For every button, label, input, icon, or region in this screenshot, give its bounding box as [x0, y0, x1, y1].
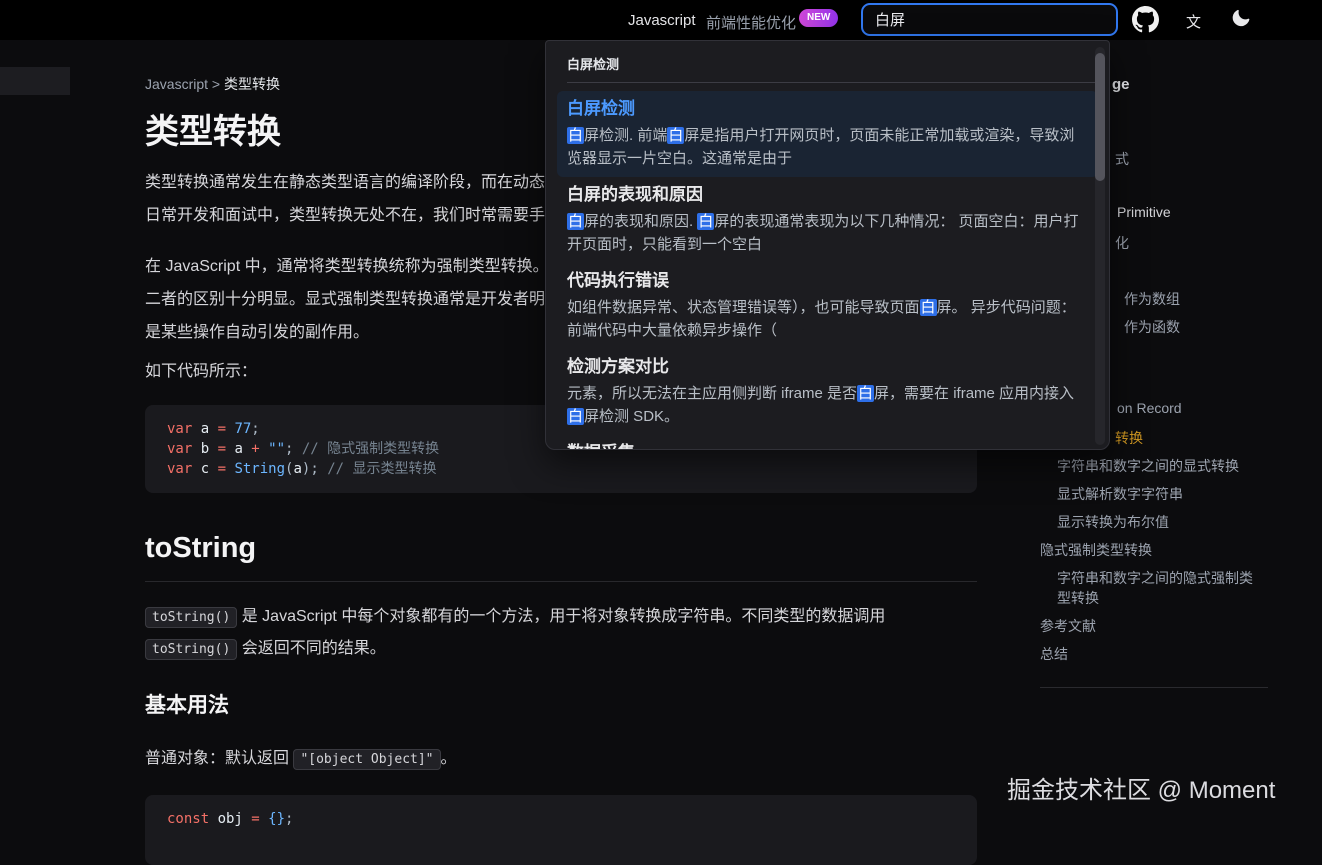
- breadcrumb-page: 类型转换: [224, 76, 280, 92]
- toc-item[interactable]: 化: [1115, 233, 1129, 253]
- watermark: 掘金技术社区 @ Moment: [1007, 770, 1275, 805]
- search-result[interactable]: 检测方案对比元素，所以无法在主应用侧判断 iframe 是否白屏，需要在 ifr…: [557, 349, 1098, 435]
- subsection-heading-basic-usage: 基本用法: [145, 689, 229, 719]
- toc-item[interactable]: 字符串和数字之间的隐式强制类: [1057, 568, 1253, 588]
- toc-item[interactable]: 转换: [1115, 428, 1143, 448]
- search-result[interactable]: 白屏的表现和原因白屏的表现和原因. 白屏的表现通常表现为以下几种情况： 页面空白…: [557, 177, 1098, 263]
- search-result[interactable]: 白屏检测白屏检测. 前端白屏是指用户打开网页时，页面未能正常加载或渲染，导致浏览…: [557, 91, 1098, 177]
- top-navbar: Javascript 前端性能优化 NEW 文: [0, 0, 1322, 40]
- section-heading-tostring: toString: [145, 532, 977, 582]
- toc-item[interactable]: 总结: [1040, 644, 1068, 664]
- search-result-title: 数据采集: [567, 442, 1088, 450]
- inline-code: "[object Object]": [293, 749, 440, 770]
- dropdown-scrollbar-thumb[interactable]: [1095, 53, 1105, 181]
- paragraph-line: 类型转换通常发生在静态类型语言的编译阶段，而在动态: [145, 166, 545, 199]
- code-line: const obj = {};: [167, 809, 955, 829]
- toc-item[interactable]: ge: [1112, 76, 1130, 93]
- nav-link-performance[interactable]: 前端性能优化: [706, 12, 796, 33]
- paragraph-line: 日常开发和面试中，类型转换无处不在，我们时常需要手: [145, 199, 545, 232]
- inline-code: toString(): [145, 639, 237, 660]
- breadcrumb-separator: >: [212, 76, 220, 92]
- search-results: 白屏检测白屏检测. 前端白屏是指用户打开网页时，页面未能正常加载或渲染，导致浏览…: [546, 83, 1109, 450]
- search-result[interactable]: 数据采集: [557, 435, 1098, 450]
- toc-item[interactable]: on Record: [1117, 400, 1182, 416]
- toc-divider: [1040, 687, 1268, 688]
- nav-link-javascript[interactable]: Javascript: [628, 12, 696, 29]
- toc-item[interactable]: 型转换: [1057, 588, 1099, 608]
- sidebar-edge: [0, 67, 70, 95]
- paragraph-line: 二者的区别十分明显。显式强制类型转换通常是开发者明: [145, 283, 549, 316]
- toc-item[interactable]: 显示转换为布尔值: [1057, 512, 1169, 532]
- new-badge: NEW: [799, 9, 838, 27]
- search-result-title: 检测方案对比: [567, 356, 1088, 378]
- code-block-obj: const obj = {};: [145, 795, 977, 865]
- intro-paragraph-1: 类型转换通常发生在静态类型语言的编译阶段，而在动态日常开发和面试中，类型转换无处…: [145, 166, 545, 232]
- toc-item[interactable]: Primitive: [1117, 204, 1171, 220]
- search-result-snippet: 如组件数据异常、状态管理错误等），也可能导致页面白屏。 异步代码问题：前端代码中…: [567, 296, 1088, 342]
- search-result-title: 白屏的表现和原因: [567, 184, 1088, 206]
- search-result-snippet: 元素，所以无法在主应用侧判断 iframe 是否白屏，需要在 iframe 应用…: [567, 382, 1088, 428]
- github-icon[interactable]: [1132, 6, 1159, 33]
- search-input[interactable]: [861, 3, 1118, 36]
- toc-item[interactable]: 显式解析数字字符串: [1057, 484, 1183, 504]
- results-section-header: 白屏检测: [567, 54, 1101, 83]
- toc-item[interactable]: 参考文献: [1040, 616, 1096, 636]
- tostring-paragraph: toString() 是 JavaScript 中每个对象都有的一个方法，用于将…: [145, 601, 977, 665]
- toc-item[interactable]: 式: [1115, 149, 1129, 169]
- paragraph-line: 是某些操作自动引发的副作用。: [145, 316, 549, 349]
- plain-object-paragraph: 普通对象：默认返回 "[object Object]"。: [145, 743, 977, 775]
- breadcrumb: Javascript > 类型转换: [145, 74, 280, 94]
- toc-item[interactable]: 字符串和数字之间的显式转换: [1057, 456, 1239, 476]
- dark-mode-moon-icon[interactable]: [1231, 8, 1251, 28]
- toc-item[interactable]: 隐式强制类型转换: [1040, 540, 1152, 560]
- page-title: 类型转换: [145, 104, 281, 153]
- toc-item[interactable]: 作为数组: [1124, 289, 1180, 309]
- search-result-title: 代码执行错误: [567, 270, 1088, 292]
- code-line: var c = String(a); // 显示类型转换: [167, 459, 955, 479]
- breadcrumb-section[interactable]: Javascript: [145, 76, 208, 92]
- intro-paragraph-2: 在 JavaScript 中，通常将类型转换统称为强制类型转换。二者的区别十分明…: [145, 250, 549, 349]
- dropdown-scrollbar-track[interactable]: [1095, 47, 1105, 445]
- language-icon[interactable]: 文: [1186, 11, 1201, 32]
- paragraph-line: 在 JavaScript 中，通常将类型转换统称为强制类型转换。: [145, 250, 549, 283]
- search-dropdown: 白屏检测 白屏检测白屏检测. 前端白屏是指用户打开网页时，页面未能正常加载或渲染…: [545, 40, 1110, 450]
- toc-item[interactable]: 作为函数: [1124, 317, 1180, 337]
- search-result-snippet: 白屏的表现和原因. 白屏的表现通常表现为以下几种情况： 页面空白：用户打开页面时…: [567, 210, 1088, 256]
- inline-code: toString(): [145, 607, 237, 628]
- search-result[interactable]: 代码执行错误如组件数据异常、状态管理错误等），也可能导致页面白屏。 异步代码问题…: [557, 263, 1098, 349]
- code-lead-in: 如下代码所示：: [145, 357, 257, 381]
- search-result-snippet: 白屏检测. 前端白屏是指用户打开网页时，页面未能正常加载或渲染，导致浏览器显示一…: [567, 124, 1088, 170]
- search-result-title: 白屏检测: [567, 98, 1088, 120]
